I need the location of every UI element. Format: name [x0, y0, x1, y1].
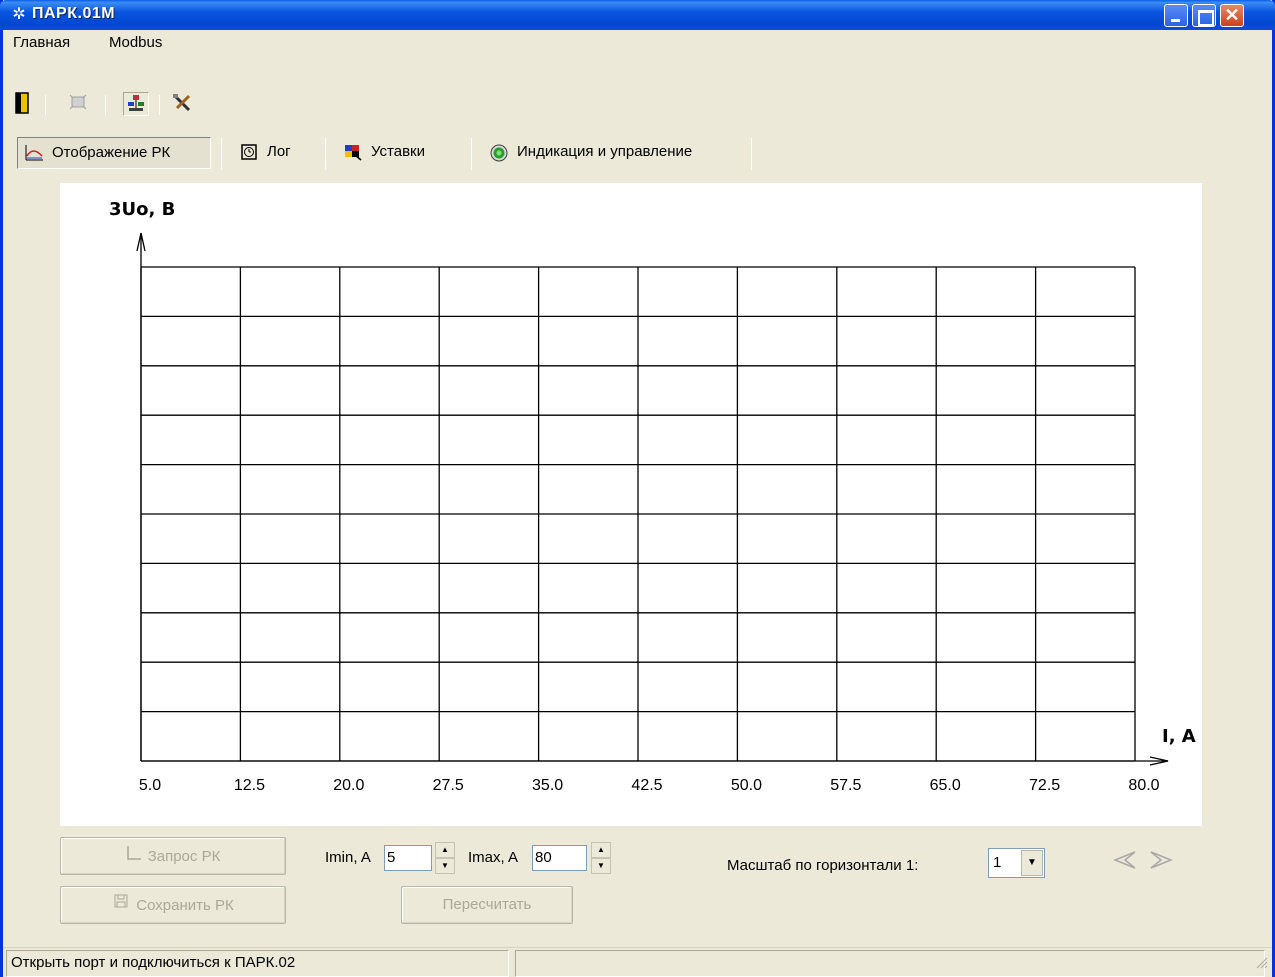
chevron-down-icon[interactable]: ▼: [1021, 850, 1043, 876]
settings-icon: [343, 143, 363, 163]
arrow-right-icon[interactable]: [1149, 848, 1175, 878]
toolbar-separator: [45, 95, 46, 115]
x-tick-label: 50.0: [731, 777, 762, 794]
tab-separator: [471, 138, 472, 170]
window-title: ПАРК.01М: [32, 5, 116, 22]
spin-up-icon[interactable]: ▲: [591, 842, 611, 858]
tab-settings[interactable]: Уставки: [337, 137, 461, 169]
tab-label: Уставки: [371, 143, 425, 160]
x-tick-label: 65.0: [930, 777, 961, 794]
tab-label: Отображение РК: [52, 144, 171, 161]
minimize-button[interactable]: [1164, 4, 1188, 27]
toolbar-separator: [159, 95, 160, 115]
tools-icon: [173, 94, 191, 112]
title-bar[interactable]: ✲ ПАРК.01М ✕: [0, 0, 1275, 30]
exit-icon: [15, 92, 29, 114]
spin-down-icon[interactable]: ▼: [591, 858, 611, 874]
close-button[interactable]: ✕: [1220, 4, 1244, 27]
spin-up-icon[interactable]: ▲: [435, 842, 455, 858]
tab-indication-control[interactable]: Индикация и управление: [483, 137, 745, 169]
request-rk-label: Запрос РК: [147, 848, 221, 865]
x-tick-label: 72.5: [1029, 777, 1060, 794]
spin-down-icon[interactable]: ▼: [435, 858, 455, 874]
chart-icon: [24, 144, 44, 164]
device-icon: [69, 94, 87, 110]
chart-axis-icon: [126, 838, 142, 874]
x-tick-label: 80.0: [1128, 777, 1159, 794]
tab-label: Лог: [267, 143, 291, 160]
tab-separator: [325, 138, 326, 170]
maximize-button[interactable]: [1192, 4, 1216, 27]
tab-separator: [221, 138, 222, 170]
tab-chart-display[interactable]: Отображение РК: [17, 137, 211, 169]
exit-button[interactable]: [11, 92, 33, 116]
indicator-icon: [489, 143, 509, 163]
main-window: ✲ ПАРК.01М ✕ Главная Modbus Отображение …: [0, 0, 1275, 977]
imax-stepper[interactable]: ▲ ▼: [591, 842, 611, 874]
x-tick-label: 27.5: [433, 777, 464, 794]
resize-grip-icon[interactable]: [1254, 955, 1268, 973]
request-rk-button[interactable]: Запрос РК: [60, 837, 286, 875]
toolbar-separator: [105, 95, 106, 115]
tab-separator: [751, 138, 752, 170]
close-icon: ✕: [1224, 5, 1240, 25]
y-axis-label: 3Uo, В: [109, 199, 175, 220]
imax-label: Imax, A: [468, 849, 519, 866]
x-tick-label: 5.0: [139, 777, 161, 794]
scale-value: 1: [993, 854, 1002, 871]
gear-icon: ✲: [12, 6, 26, 23]
x-tick-label: 20.0: [333, 777, 364, 794]
imax-input[interactable]: 80: [532, 845, 587, 871]
menu-item-main[interactable]: Главная: [13, 34, 70, 51]
status-message: Открыть порт и подключиться к ПАРК.02: [6, 950, 509, 977]
status-pane: [515, 950, 1265, 977]
tab-log[interactable]: Лог: [233, 137, 315, 169]
tools-button[interactable]: [171, 92, 193, 116]
x-tick-label: 35.0: [532, 777, 563, 794]
connect-icon: [128, 95, 144, 111]
save-icon: [112, 887, 130, 923]
recalculate-button[interactable]: Пересчитать: [401, 886, 573, 924]
x-tick-label: 12.5: [234, 777, 265, 794]
x-axis-label: I, А: [1162, 726, 1196, 747]
x-tick-label: 57.5: [830, 777, 861, 794]
menu-bar: Главная Modbus: [3, 30, 1272, 54]
scale-select[interactable]: 1 ▼: [988, 848, 1045, 878]
scale-label: Масштаб по горизонтали 1:: [727, 857, 919, 874]
imin-label: Imin, A: [325, 849, 371, 866]
save-rk-label: Сохранить РК: [136, 897, 234, 914]
x-tick-label: 42.5: [631, 777, 662, 794]
arrow-left-icon[interactable]: [1111, 848, 1137, 878]
imin-stepper[interactable]: ▲ ▼: [435, 842, 455, 874]
tab-label: Индикация и управление: [517, 143, 693, 160]
clock-icon: [239, 143, 259, 163]
imin-input[interactable]: 5: [384, 845, 432, 871]
device-button[interactable]: [67, 92, 89, 116]
connect-button[interactable]: [123, 92, 149, 116]
save-rk-button[interactable]: Сохранить РК: [60, 886, 286, 924]
menu-item-modbus[interactable]: Modbus: [109, 34, 162, 51]
chart-panel: 3Uo, В I, А 5.0 12.5 20.0 27.5 35.0 42.5 50.0 57.…: [60, 183, 1202, 826]
chart-svg: 3Uo, В I, А 5.0 12.5 20.0 27.5 35.0 42.5 50.0 57.…: [109, 199, 1196, 794]
